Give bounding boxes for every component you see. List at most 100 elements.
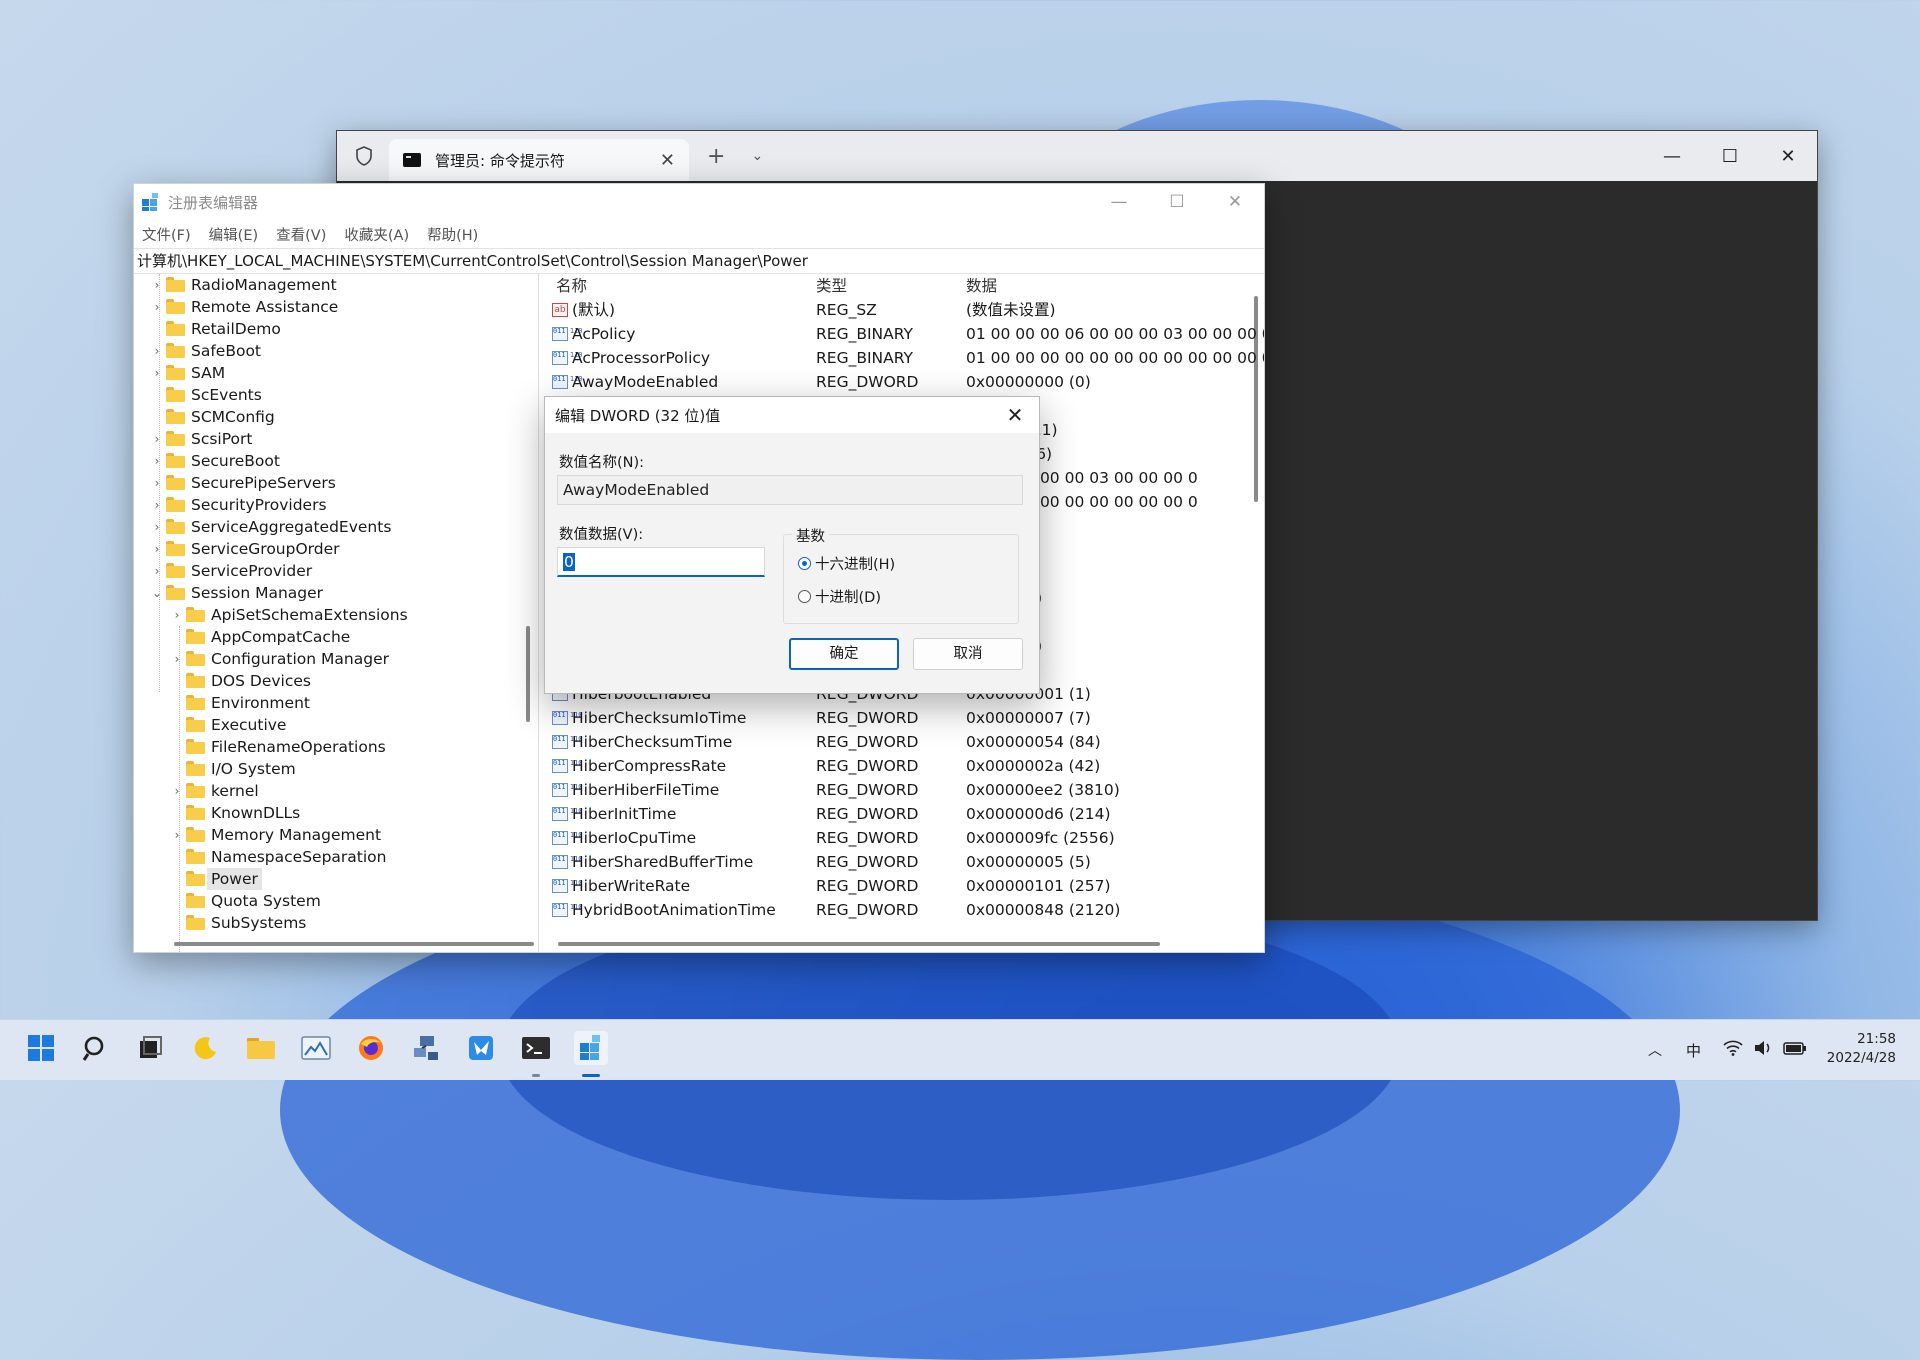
tree-item[interactable]: KnownDLLs: [134, 802, 538, 824]
tree-item[interactable]: I/O System: [134, 758, 538, 780]
tree-item[interactable]: FileRenameOperations: [134, 736, 538, 758]
tree-item[interactable]: › Remote Assistance: [134, 296, 538, 318]
value-row[interactable]: 011 110 HiberIoCpuTime REG_DWORD 0x000009fc…: [548, 826, 1264, 850]
chevron-right-icon[interactable]: ›: [152, 362, 162, 384]
value-row[interactable]: 011 110 HiberCompressRate REG_DWORD 0x00000…: [548, 754, 1264, 778]
tree-item[interactable]: SubSystems: [134, 912, 538, 934]
ime-indicator[interactable]: 中: [1686, 1040, 1701, 1061]
value-data-field[interactable]: 0: [557, 547, 765, 577]
chevron-right-icon[interactable]: ›: [172, 604, 182, 626]
windows-start-icon[interactable]: [24, 1031, 58, 1065]
value-row[interactable]: 011 110 HiberSharedBufferTime REG_DWORD 0x0…: [548, 850, 1264, 874]
value-row[interactable]: 011 110 HiberChecksumIoTime REG_DWORD 0x000…: [548, 706, 1264, 730]
value-row[interactable]: 011 110 HiberHiberFileTime REG_DWORD 0x0000…: [548, 778, 1264, 802]
image-viewer-icon[interactable]: [299, 1031, 333, 1065]
maximize-button[interactable]: ☐: [1701, 131, 1759, 181]
task-view-icon[interactable]: [134, 1031, 168, 1065]
value-name-field[interactable]: AwayModeEnabled: [557, 475, 1023, 505]
firefox-icon[interactable]: [354, 1031, 388, 1065]
tree-item[interactable]: › Configuration Manager: [134, 648, 538, 670]
value-row[interactable]: 011 110 AcProcessorPolicy REG_BINARY 01 00 …: [548, 346, 1264, 370]
chevron-right-icon[interactable]: ›: [152, 494, 162, 516]
menu-view[interactable]: 查看(V): [276, 224, 326, 245]
tree-item[interactable]: ScEvents: [134, 384, 538, 406]
tree-item[interactable]: Power: [134, 868, 538, 890]
value-row[interactable]: 011 110 HiberInitTime REG_DWORD 0x000000d6 …: [548, 802, 1264, 826]
tree-item[interactable]: Executive: [134, 714, 538, 736]
chevron-right-icon[interactable]: ›: [152, 560, 162, 582]
hex-radio[interactable]: 十六进制(H): [798, 553, 895, 574]
minimize-button[interactable]: —: [1643, 131, 1701, 181]
wifi-icon[interactable]: [1723, 1040, 1743, 1060]
chevron-right-icon[interactable]: ›: [152, 428, 162, 450]
column-header-data[interactable]: 数据: [966, 274, 997, 298]
tree-item[interactable]: › ServiceAggregatedEvents: [134, 516, 538, 538]
moon-app-icon[interactable]: [189, 1031, 223, 1065]
tree-item[interactable]: › kernel: [134, 780, 538, 802]
tree-item[interactable]: NamespaceSeparation: [134, 846, 538, 868]
volume-icon[interactable]: [1753, 1040, 1773, 1060]
close-icon[interactable]: ✕: [660, 150, 675, 171]
tree-item[interactable]: ⌄ Session Manager: [134, 582, 538, 604]
search-icon[interactable]: [79, 1031, 113, 1065]
tree-item[interactable]: › SafeBoot: [134, 340, 538, 362]
chevron-right-icon[interactable]: ›: [152, 450, 162, 472]
chevron-right-icon[interactable]: ›: [152, 340, 162, 362]
cancel-button[interactable]: 取消: [913, 638, 1023, 670]
tree-horizontal-scrollbar[interactable]: [174, 942, 534, 946]
tree-item[interactable]: DOS Devices: [134, 670, 538, 692]
chevron-right-icon[interactable]: ›: [152, 516, 162, 538]
battery-icon[interactable]: [1783, 1040, 1807, 1060]
tree-item[interactable]: › SecurePipeServers: [134, 472, 538, 494]
chevron-right-icon[interactable]: ›: [172, 824, 182, 846]
maximize-button[interactable]: ☐: [1148, 184, 1206, 220]
tree-item[interactable]: Quota System: [134, 890, 538, 912]
regedit-icon[interactable]: [574, 1031, 608, 1065]
chevron-right-icon[interactable]: ›: [152, 296, 162, 318]
value-row[interactable]: 011 110 HybridBootAnimationTime REG_DWORD 0…: [548, 898, 1264, 922]
tree-item[interactable]: Environment: [134, 692, 538, 714]
list-horizontal-scrollbar[interactable]: [558, 942, 1160, 946]
ok-button[interactable]: 确定: [789, 638, 899, 670]
tree-item[interactable]: › RadioManagement: [134, 274, 538, 296]
chevron-right-icon[interactable]: ›: [172, 648, 182, 670]
tree-item[interactable]: SCMConfig: [134, 406, 538, 428]
terminal-tab[interactable]: 管理员: 命令提示符 ✕: [389, 139, 689, 181]
value-row[interactable]: 011 110 HiberChecksumTime REG_DWORD 0x00000…: [548, 730, 1264, 754]
tree-item[interactable]: › ServiceGroupOrder: [134, 538, 538, 560]
tree-item[interactable]: RetailDemo: [134, 318, 538, 340]
tree-item[interactable]: › SAM: [134, 362, 538, 384]
mail-app-icon[interactable]: [464, 1031, 498, 1065]
tree-item[interactable]: › ServiceProvider: [134, 560, 538, 582]
value-row[interactable]: 011 110 HiberWriteRate REG_DWORD 0x00000101…: [548, 874, 1264, 898]
value-row[interactable]: 011 110 AcPolicy REG_BINARY 01 00 00 00 06 …: [548, 322, 1264, 346]
address-bar[interactable]: 计算机\HKEY_LOCAL_MACHINE\SYSTEM\CurrentCon…: [134, 248, 1264, 274]
tree-item[interactable]: › ApiSetSchemaExtensions: [134, 604, 538, 626]
value-row[interactable]: 011 110 AwayModeEnabled REG_DWORD 0x0000000…: [548, 370, 1264, 394]
menu-edit[interactable]: 编辑(E): [209, 224, 258, 245]
chevron-right-icon[interactable]: ›: [152, 274, 162, 296]
chevron-up-icon[interactable]: ︿: [1648, 1040, 1662, 1060]
close-icon[interactable]: ✕: [1003, 403, 1027, 427]
new-tab-button[interactable]: +: [707, 144, 725, 169]
column-header-name[interactable]: 名称: [556, 274, 587, 298]
chevron-right-icon[interactable]: ›: [152, 538, 162, 560]
tree-item[interactable]: › ScsiPort: [134, 428, 538, 450]
value-row[interactable]: ab (默认) REG_SZ (数值未设置): [548, 298, 1264, 322]
close-button[interactable]: ✕: [1759, 131, 1817, 181]
file-explorer-icon[interactable]: [244, 1031, 278, 1065]
network-tool-icon[interactable]: [409, 1031, 443, 1065]
chevron-right-icon[interactable]: ›: [152, 472, 162, 494]
terminal-icon[interactable]: [519, 1031, 553, 1065]
minimize-button[interactable]: —: [1090, 184, 1148, 220]
clock[interactable]: 21:58 2022/4/28: [1827, 1030, 1896, 1068]
column-header-type[interactable]: 类型: [816, 274, 847, 298]
chevron-right-icon[interactable]: ›: [172, 780, 182, 802]
chevron-down-icon[interactable]: ⌄: [751, 148, 763, 164]
dec-radio[interactable]: 十进制(D): [798, 586, 881, 607]
menu-favorites[interactable]: 收藏夹(A): [344, 224, 409, 245]
tree-item[interactable]: › Memory Management: [134, 824, 538, 846]
tree-item[interactable]: › SecurityProviders: [134, 494, 538, 516]
menu-help[interactable]: 帮助(H): [427, 224, 478, 245]
tree-item[interactable]: AppCompatCache: [134, 626, 538, 648]
